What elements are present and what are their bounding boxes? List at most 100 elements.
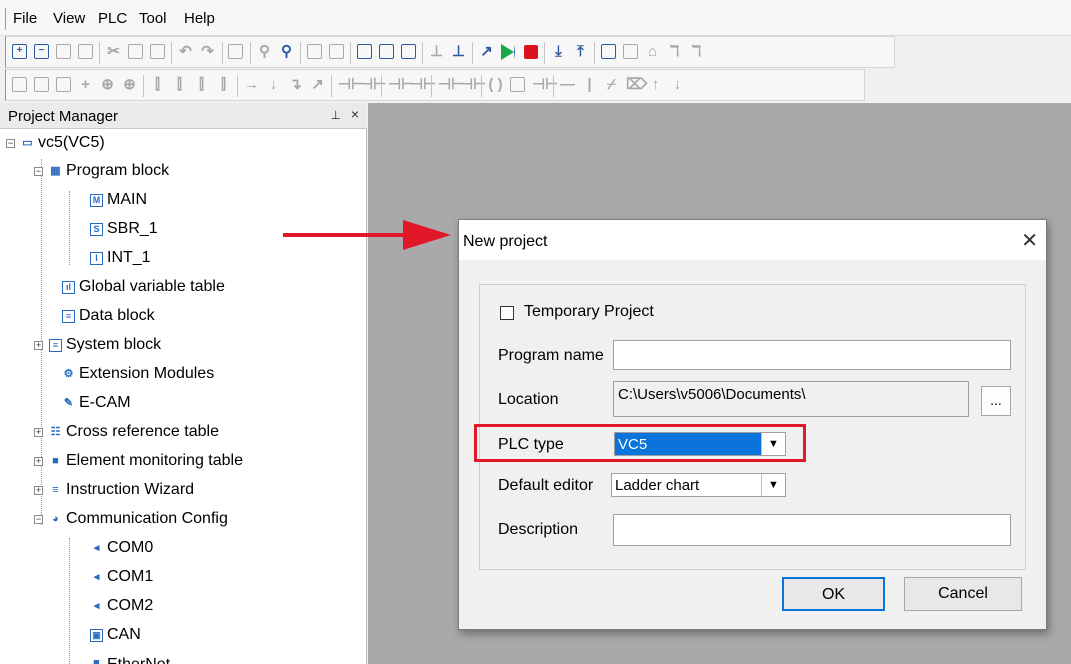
line-up-right-button[interactable]: ↗ (310, 77, 327, 94)
download-button[interactable]: ⤓ (551, 44, 568, 61)
tree-node-com1[interactable]: ◂ COM1 (90, 563, 154, 591)
tree-node-sbr[interactable]: S SBR_1 (90, 215, 158, 243)
tree-node-ecam[interactable]: ✎ E-CAM (62, 389, 131, 417)
undo-button[interactable]: ↶ (178, 44, 195, 61)
ladder-label-button[interactable] (12, 77, 29, 94)
decrypt-button[interactable]: ℸ (689, 44, 706, 61)
insert-below-button[interactable]: ⊕ (122, 77, 139, 94)
program-name-input[interactable] (613, 340, 1011, 370)
find-button[interactable]: ⚲ (257, 44, 274, 61)
delete-row-button[interactable]: ⫿ (150, 77, 167, 94)
lock-button[interactable]: ⌂ (645, 44, 662, 61)
delete-line-button[interactable]: ⌿ (604, 77, 621, 94)
move-down-button[interactable]: ↓ (670, 77, 687, 94)
delete-network-button[interactable]: ⫿ (194, 77, 211, 94)
falling-edge-button[interactable]: ⊣⊢ (410, 77, 436, 94)
tree-node-root[interactable]: − ▭ vc5(VC5) (6, 129, 105, 157)
menu-file[interactable]: File (13, 10, 37, 27)
delete-branch-button[interactable]: ⫿ (216, 77, 233, 94)
tree-node-system-block[interactable]: + ≡ System block (34, 331, 161, 359)
tree-node-global-variable[interactable]: ıl Global variable table (62, 273, 225, 301)
delete-col-button[interactable]: ⫿ (172, 77, 189, 94)
set-button[interactable]: ⊣⊢ (438, 77, 464, 94)
menu-help[interactable]: Help (184, 10, 215, 27)
tree-node-com0[interactable]: ◂ COM0 (90, 534, 154, 562)
tree-node-cross-reference[interactable]: + ☷ Cross reference table (34, 418, 219, 446)
stop-button[interactable] (523, 44, 540, 61)
delete-vline-button[interactable]: ⌦ (626, 77, 647, 94)
replace-button[interactable]: ⚲ (279, 44, 296, 61)
view-ladder-button[interactable] (357, 44, 374, 61)
compile-button[interactable]: ⊥ (429, 44, 446, 61)
tree-node-ethernet[interactable]: ■ EtherNet (90, 650, 170, 664)
tree-node-com2[interactable]: ◂ COM2 (90, 592, 154, 620)
expand-icon[interactable]: + (34, 427, 43, 437)
tree-node-communication-config[interactable]: − ◕ Communication Config (34, 505, 228, 533)
line-right-button[interactable]: → (244, 77, 261, 94)
monitor-button[interactable]: ↗ (479, 44, 496, 61)
view-sfc-button[interactable] (401, 44, 418, 61)
run-button[interactable] (501, 44, 518, 61)
tree-node-main[interactable]: M MAIN (90, 186, 147, 214)
tree-node-element-monitoring[interactable]: + ■ Element monitoring table (34, 447, 243, 475)
edit-online-button[interactable] (623, 44, 640, 61)
insert-branch-button[interactable]: ⊕ (100, 77, 117, 94)
line-down-right-button[interactable]: ↴ (288, 77, 305, 94)
open-button[interactable]: − (34, 44, 51, 61)
compare-button[interactable]: ⊣⊢ (460, 77, 486, 94)
plc-info-button[interactable] (601, 44, 618, 61)
ok-button[interactable]: OK (782, 577, 885, 611)
menu-tool[interactable]: Tool (139, 10, 167, 27)
close-icon[interactable]: ✕ (1021, 228, 1038, 253)
save-button[interactable] (56, 44, 73, 61)
collapse-icon[interactable]: − (34, 166, 43, 176)
menu-plc[interactable]: PLC (98, 10, 127, 27)
tree-node-program-block[interactable]: − ▦ Program block (34, 157, 169, 185)
expand-icon[interactable]: + (34, 340, 43, 350)
move-up-button[interactable]: ↑ (648, 77, 665, 94)
pin-icon[interactable]: ⊥ (331, 108, 341, 122)
tree-node-extension-modules[interactable]: ⚙ Extension Modules (62, 360, 215, 388)
view-il-button[interactable] (379, 44, 396, 61)
menu-view[interactable]: View (53, 10, 85, 27)
description-input[interactable] (613, 514, 1011, 546)
coil-button[interactable]: ( ) (488, 77, 505, 94)
new-project-button[interactable]: + (12, 44, 29, 61)
compile-all-button[interactable]: ⊥ (451, 44, 468, 61)
cut-button[interactable]: ✂ (106, 44, 123, 61)
print-preview-button[interactable] (307, 44, 324, 61)
line-down-button[interactable]: ↓ (266, 77, 283, 94)
hline-button[interactable]: — (560, 77, 577, 94)
function-button[interactable]: ⊣⊢ (532, 77, 558, 94)
save-all-button[interactable] (78, 44, 95, 61)
insert-row-button[interactable] (34, 77, 51, 94)
rising-edge-button[interactable]: ⊣⊢ (388, 77, 414, 94)
collapse-icon[interactable]: − (6, 138, 15, 148)
default-editor-select[interactable]: Ladder chart ▼ (611, 473, 786, 497)
chevron-down-icon[interactable]: ▼ (761, 474, 785, 496)
tree-node-int[interactable]: I INT_1 (90, 244, 151, 272)
nc-contact-button[interactable]: ⊣⊢ (360, 77, 386, 94)
temporary-project-checkbox[interactable] (500, 306, 514, 320)
upload-button[interactable]: ⤒ (573, 44, 590, 61)
close-icon[interactable]: × (351, 106, 359, 122)
paste-button[interactable] (150, 44, 167, 61)
tree-node-data-block[interactable]: ≡ Data block (62, 302, 155, 330)
encrypt-button[interactable]: ℸ (667, 44, 684, 61)
copy-button[interactable] (128, 44, 145, 61)
browse-button[interactable]: ... (981, 386, 1011, 416)
print-button[interactable] (329, 44, 346, 61)
tree-node-can[interactable]: ▣ CAN (90, 621, 141, 649)
expand-icon[interactable]: + (34, 456, 43, 466)
location-input[interactable]: C:\Users\v5006\Documents\ (613, 381, 969, 417)
redo-button[interactable]: ↷ (200, 44, 217, 61)
cancel-button[interactable]: Cancel (904, 577, 1022, 611)
delete-button[interactable] (228, 44, 245, 61)
collapse-icon[interactable]: − (34, 514, 43, 524)
box-button[interactable] (510, 77, 527, 94)
vline-button[interactable]: | (582, 77, 599, 94)
expand-icon[interactable]: + (34, 485, 43, 495)
no-contact-button[interactable]: ⊣⊢ (338, 77, 364, 94)
insert-col-button[interactable] (56, 77, 73, 94)
tree-node-instruction-wizard[interactable]: + ≡ Instruction Wizard (34, 476, 194, 504)
